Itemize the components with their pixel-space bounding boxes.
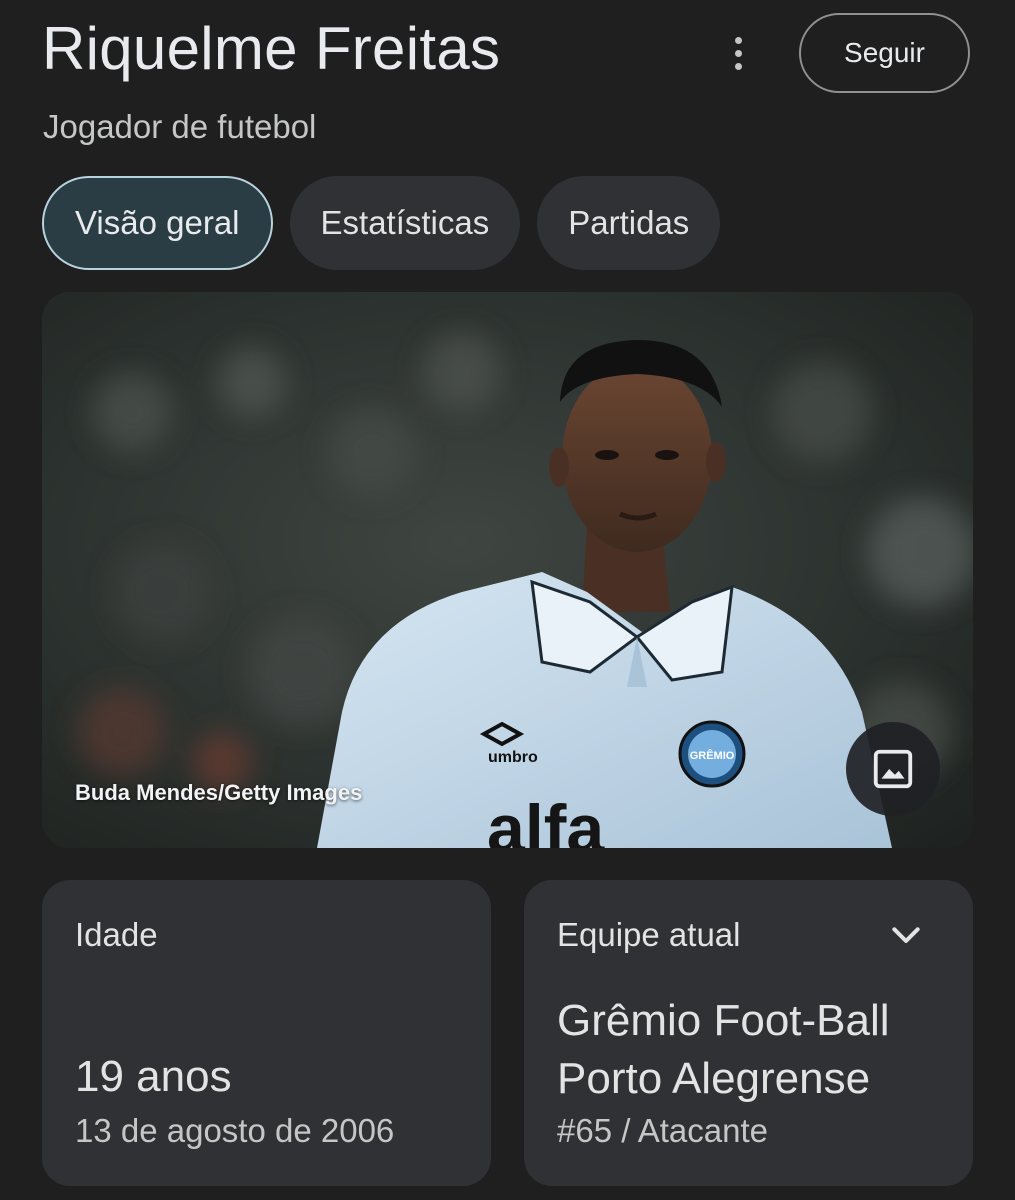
age-value: 19 anos (75, 1052, 232, 1101)
tab-matches[interactable]: Partidas (537, 176, 721, 270)
more-options-button[interactable] (718, 30, 758, 76)
view-images-button[interactable] (846, 722, 940, 816)
jersey-sponsor-text: alfa (487, 791, 605, 848)
chevron-down-icon[interactable] (886, 916, 926, 956)
player-photo[interactable]: umbro GRÊMIO alfa Buda Mendes/Getty Imag… (42, 292, 973, 848)
team-name-line2: Porto Alegrense (557, 1054, 871, 1103)
tab-bar: Visão geral Estatísticas Partidas (42, 176, 721, 270)
age-card: Idade 19 anos 13 de agosto de 2006 (42, 880, 491, 1186)
player-photo-image: umbro GRÊMIO alfa (42, 292, 973, 848)
tab-overview[interactable]: Visão geral (42, 176, 273, 270)
more-vert-icon (734, 36, 742, 44)
tab-statistics[interactable]: Estatísticas (289, 176, 521, 270)
player-number-position: #65 / Atacante (557, 1112, 769, 1149)
team-name-line1: Grêmio Foot-Ball (557, 996, 890, 1045)
knowledge-panel: Riquelme Freitas Seguir Jogador de futeb… (0, 0, 1015, 1200)
jersey-brand-text: umbro (488, 749, 538, 766)
follow-button[interactable]: Seguir (799, 13, 970, 93)
current-team-label: Equipe atual (557, 916, 741, 953)
photo-credit: Buda Mendes/Getty Images (75, 780, 363, 805)
team-name: Grêmio Foot-Ball Porto Alegrense (557, 992, 957, 1108)
current-team-card[interactable]: Equipe atual Grêmio Foot-Ball Porto Aleg… (524, 880, 973, 1186)
age-label: Idade (75, 916, 158, 953)
image-icon (873, 749, 913, 789)
jersey-crest-text: GRÊMIO (690, 749, 735, 762)
player-subtitle: Jogador de futebol (43, 108, 317, 145)
player-name: Riquelme Freitas (42, 15, 501, 82)
birth-date: 13 de agosto de 2006 (75, 1112, 395, 1149)
